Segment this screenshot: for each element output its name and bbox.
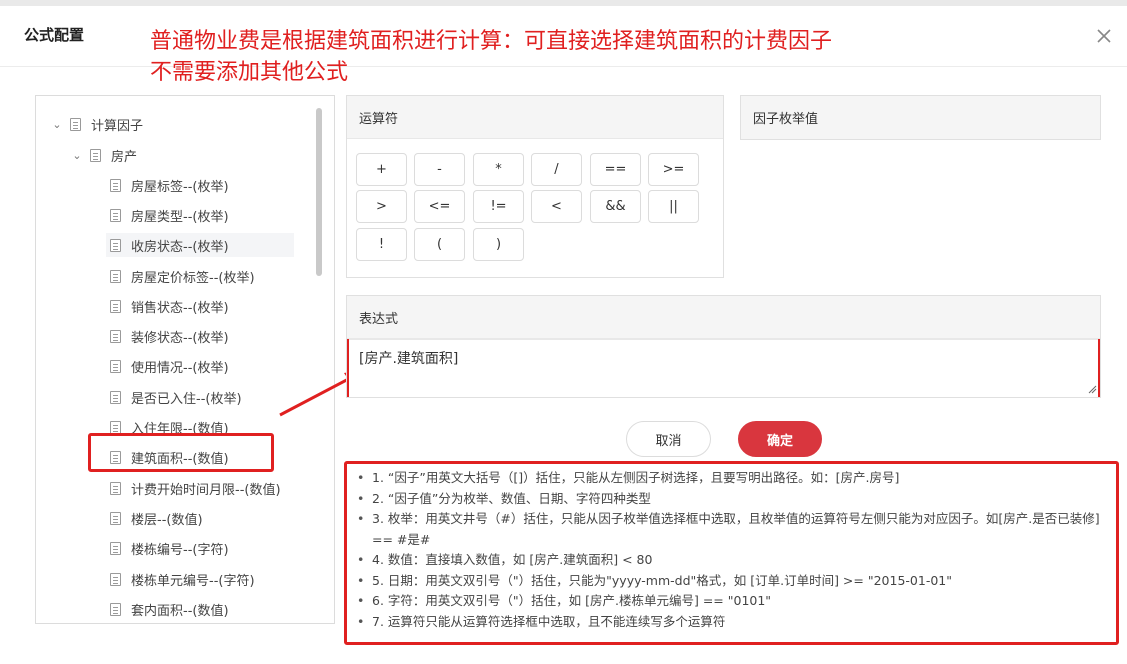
operator-button[interactable]: / — [531, 153, 582, 186]
annotation-line-2: 不需要添加其他公式 — [150, 60, 349, 85]
dialog-title: 公式配置 — [24, 26, 85, 44]
operator-button[interactable]: - — [414, 153, 465, 186]
operator-panel: 运算符 + - * / == >= > <= != < && || ! ( ) — [346, 95, 724, 278]
operator-button[interactable]: == — [590, 153, 641, 186]
expression-textarea[interactable]: [房产.建筑面积] — [347, 339, 1100, 397]
tree-node-label: 房产 — [111, 149, 138, 165]
tree-leaf-label: 使用情况--(枚举) — [131, 360, 229, 376]
tree-leaf-label: 房屋定价标签--(枚举) — [131, 270, 255, 286]
tree-leaf[interactable]: 销售状态--(枚举) — [110, 294, 229, 318]
tree-leaf-label: 房屋标签--(枚举) — [131, 179, 229, 195]
enum-panel-title: 因子枚举值 — [741, 96, 1100, 139]
note-item: 3. 枚举：用英文井号（#）括住，只能从因子枚举值选择框中选取，且枚举值的运算符… — [357, 509, 1106, 550]
tree-node-label: 计算因子 — [91, 118, 144, 134]
document-icon — [110, 420, 121, 434]
document-icon — [110, 572, 121, 586]
tree-leaf-label: 计费开始时间月限--(数值) — [131, 482, 281, 498]
tree-node-root[interactable]: ⌄ 计算因子 — [50, 112, 143, 136]
expression-value: [房产.建筑面积] — [359, 351, 459, 367]
resize-handle-icon[interactable] — [1087, 384, 1097, 394]
operator-button[interactable]: ! — [356, 228, 407, 261]
tree-leaf-label: 楼栋编号--(字符) — [131, 542, 229, 558]
textarea-edge-right — [1098, 339, 1100, 397]
tree-leaf[interactable]: 套内面积--(数值) — [110, 597, 229, 621]
help-notes-box: 1. “因子”用英文大括号（[]）括住，只能从左侧因子树选择，且要写明出路径。如… — [344, 461, 1119, 645]
document-icon — [110, 269, 121, 283]
operator-button[interactable]: <= — [414, 190, 465, 223]
expression-panel: 表达式 [房产.建筑面积] — [346, 295, 1101, 398]
tree-leaf[interactable]: 房屋定价标签--(枚举) — [110, 264, 255, 288]
tree-leaf[interactable]: 房屋类型--(枚举) — [110, 203, 229, 227]
document-icon — [110, 178, 121, 192]
operator-panel-title: 运算符 — [347, 96, 723, 139]
tree-leaf[interactable]: 计费开始时间月限--(数值) — [110, 476, 281, 500]
tree-leaf[interactable]: 装修状态--(枚举) — [110, 324, 229, 348]
tree-leaf-label: 是否已入住--(枚举) — [131, 391, 242, 407]
tree-node-group[interactable]: ⌄ 房产 — [70, 143, 137, 167]
textarea-edge-left — [347, 339, 349, 397]
confirm-button[interactable]: 确定 — [738, 421, 822, 457]
operator-button[interactable]: + — [356, 153, 407, 186]
tree-leaf-label: 收房状态--(枚举) — [131, 239, 229, 255]
document-icon — [110, 511, 121, 525]
chevron-down-icon[interactable]: ⌄ — [50, 118, 64, 131]
formula-config-dialog: 公式配置 普通物业费是根据建筑面积进行计算：可直接选择建筑面积的计费因子 不需要… — [0, 0, 1127, 664]
note-item: 1. “因子”用英文大括号（[]）括住，只能从左侧因子树选择，且要写明出路径。如… — [357, 468, 1106, 489]
note-item: 5. 日期：用英文双引号（"）括住，只能为"yyyy-mm-dd"格式，如 [订… — [357, 571, 1106, 592]
tree-leaf[interactable]: 楼层--(数值) — [110, 506, 203, 530]
tree-leaf[interactable]: 楼栋编号--(字符) — [110, 536, 229, 560]
document-icon — [110, 238, 121, 252]
document-icon — [110, 208, 121, 222]
tree-leaf-label: 楼层--(数值) — [131, 512, 203, 528]
note-item: 7. 运算符只能从运算符选择框中选取，且不能连续写多个运算符 — [357, 612, 1106, 633]
document-icon — [110, 390, 121, 404]
highlight-box-building-area — [88, 433, 274, 472]
close-icon[interactable] — [1094, 26, 1114, 46]
tree-leaf[interactable]: 收房状态--(枚举) — [106, 233, 294, 257]
operator-button[interactable]: * — [473, 153, 524, 186]
operator-button[interactable]: < — [531, 190, 582, 223]
operator-button[interactable]: ) — [473, 228, 524, 261]
operator-button[interactable]: ( — [414, 228, 465, 261]
chevron-down-icon[interactable]: ⌄ — [70, 149, 84, 162]
cancel-button[interactable]: 取消 — [626, 421, 711, 457]
operator-button[interactable]: != — [473, 190, 524, 223]
tree-leaf-label: 销售状态--(枚举) — [131, 300, 229, 316]
operator-button[interactable]: >= — [648, 153, 699, 186]
factor-enum-panel: 因子枚举值 — [740, 95, 1101, 140]
expression-panel-title: 表达式 — [347, 296, 1100, 339]
tree-leaf-label: 房屋类型--(枚举) — [131, 209, 229, 225]
note-item: 6. 字符：用英文双引号（"）括住，如 [房产.楼栋单元编号] == "0101… — [357, 591, 1106, 612]
operator-button[interactable]: && — [590, 190, 641, 223]
help-notes-list: 1. “因子”用英文大括号（[]）括住，只能从左侧因子树选择，且要写明出路径。如… — [357, 468, 1106, 632]
document-icon — [70, 117, 81, 131]
tree-leaf[interactable]: 是否已入住--(枚举) — [110, 385, 242, 409]
tree-leaf[interactable]: 使用情况--(枚举) — [110, 354, 229, 378]
top-strip — [0, 0, 1127, 6]
tree-scrollbar[interactable] — [316, 108, 322, 276]
document-icon — [110, 481, 121, 495]
document-icon — [110, 359, 121, 373]
tree-leaf[interactable]: 楼栋单元编号--(字符) — [110, 567, 255, 591]
document-icon — [90, 148, 101, 162]
operator-button[interactable]: || — [648, 190, 699, 223]
note-item: 2. “因子值”分为枚举、数值、日期、字符四种类型 — [357, 489, 1106, 510]
document-icon — [110, 299, 121, 313]
tree-leaf[interactable]: 房屋标签--(枚举) — [110, 173, 229, 197]
document-icon — [110, 329, 121, 343]
document-icon — [110, 541, 121, 555]
tree-leaf-label: 套内面积--(数值) — [131, 603, 229, 619]
tree-leaf-label: 装修状态--(枚举) — [131, 330, 229, 346]
note-item: 4. 数值：直接填入数值，如 [房产.建筑面积] < 80 — [357, 550, 1106, 571]
operator-button[interactable]: > — [356, 190, 407, 223]
annotation-line-1: 普通物业费是根据建筑面积进行计算：可直接选择建筑面积的计费因子 — [150, 29, 833, 54]
tree-leaf-label: 楼栋单元编号--(字符) — [131, 573, 255, 589]
document-icon — [110, 602, 121, 616]
